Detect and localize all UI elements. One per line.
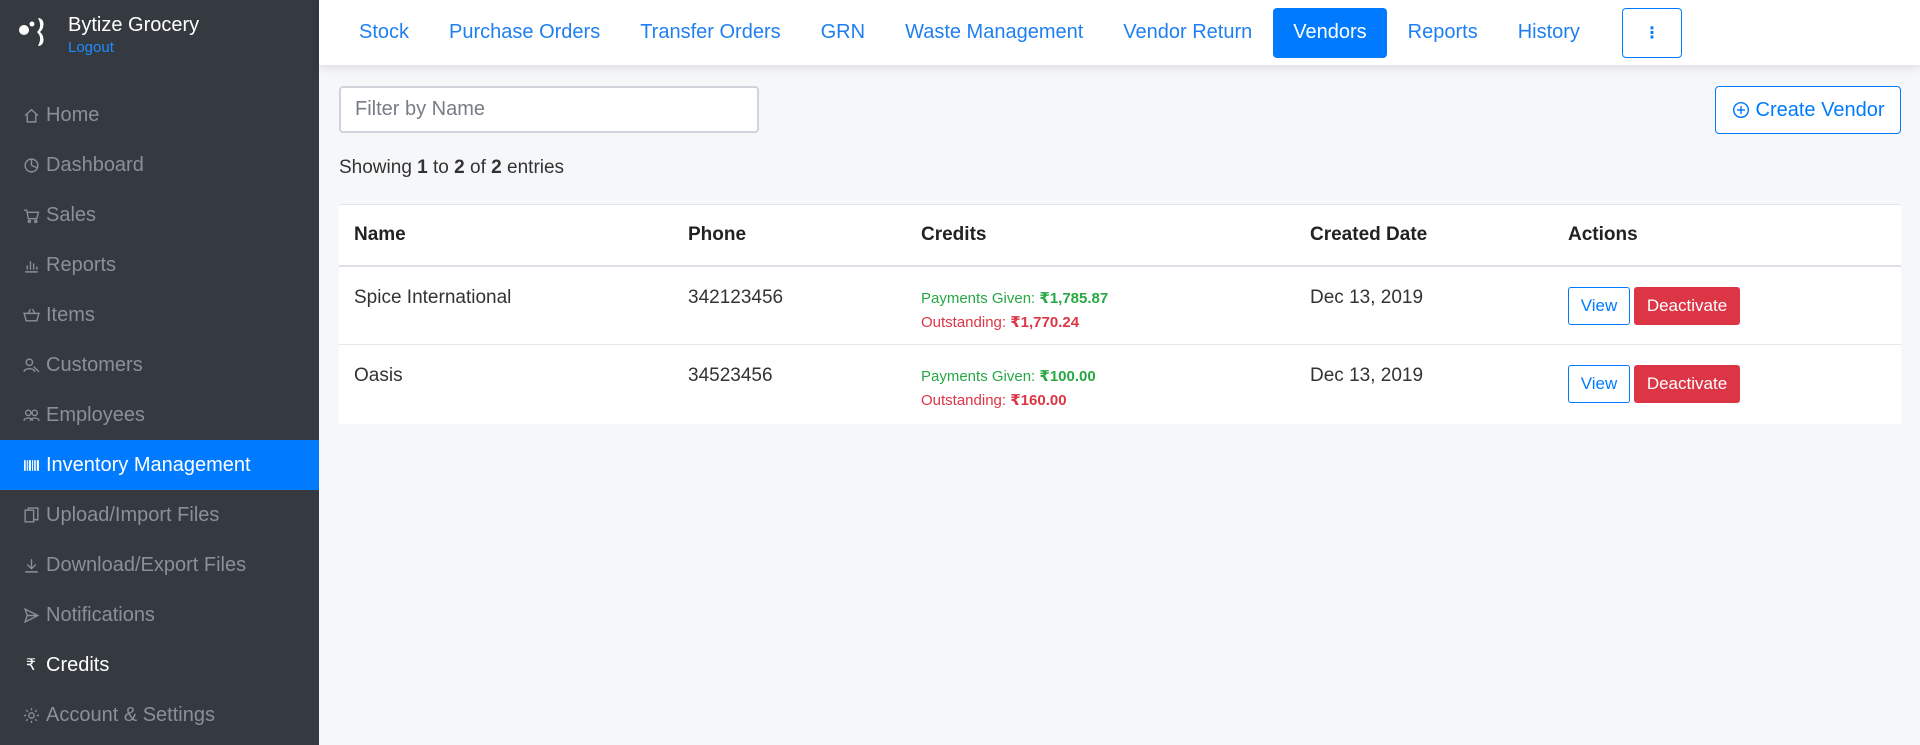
tab-transfer-orders[interactable]: Transfer Orders	[620, 8, 800, 58]
column-header-actions: Actions	[1553, 204, 1901, 267]
send-icon	[20, 604, 42, 626]
sidebar-item-label: Employees	[46, 403, 145, 426]
files-icon	[20, 504, 42, 526]
sidebar-item-download-export-files[interactable]: Download/Export Files	[0, 540, 319, 590]
sidebar-item-label: Sales	[46, 203, 97, 226]
tab-stock[interactable]: Stock	[339, 8, 429, 58]
sidebar-item-customers[interactable]: Customers	[0, 340, 319, 390]
barcode-icon	[20, 454, 42, 476]
vendor-actions: View Deactivate	[1553, 345, 1901, 424]
create-vendor-button[interactable]: Create Vendor	[1715, 86, 1901, 134]
sidebar-item-notifications[interactable]: Notifications	[0, 590, 319, 640]
sidebar-nav: Home Dashboard Sales Reports Items Custo…	[0, 90, 319, 740]
filter-by-name-input[interactable]	[339, 86, 759, 133]
tab-vendor-return[interactable]: Vendor Return	[1103, 8, 1272, 58]
vendor-name: Spice International	[339, 265, 673, 345]
column-header-credits: Credits	[906, 204, 1295, 267]
sidebar-item-items[interactable]: Items	[0, 290, 319, 340]
logout-link[interactable]: Logout	[68, 38, 199, 58]
create-vendor-label: Create Vendor	[1755, 98, 1885, 121]
payments-given: Payments Given: ₹100.00	[921, 368, 1096, 385]
brand-logo-icon	[19, 18, 44, 46]
sidebar-item-employees[interactable]: Employees	[0, 390, 319, 440]
table-row: Oasis 34523456 Payments Given: ₹100.00 O…	[339, 345, 1901, 424]
table-header-row: Name Phone Credits Created Date Actions	[339, 204, 1901, 267]
view-button[interactable]: View	[1568, 365, 1630, 403]
sidebar-item-label: Home	[46, 103, 100, 126]
rupee-icon: ₹	[25, 657, 37, 674]
vendor-actions: View Deactivate	[1553, 265, 1901, 345]
vendor-credits: Payments Given: ₹1,785.87 Outstanding: ₹…	[906, 265, 1295, 345]
entries-summary: Showing 1 to 2 of 2 entries	[339, 157, 565, 178]
tab-purchase-orders[interactable]: Purchase Orders	[429, 8, 620, 58]
gear-icon	[20, 704, 42, 726]
sidebar-item-reports[interactable]: Reports	[0, 240, 319, 290]
sidebar-item-account-settings[interactable]: Account & Settings	[0, 690, 319, 740]
tab-vendors[interactable]: Vendors	[1273, 7, 1387, 58]
tab-reports[interactable]: Reports	[1388, 8, 1498, 58]
sidebar-item-label: Inventory Management	[46, 453, 251, 476]
cart-icon	[20, 204, 42, 226]
dashboard-icon	[20, 154, 42, 176]
customers-icon	[20, 354, 42, 376]
plus-circle-icon	[1732, 101, 1749, 119]
outstanding: Outstanding: ₹1,770.24	[921, 313, 1080, 331]
payments-given: Payments Given: ₹1,785.87	[921, 289, 1109, 307]
vendor-created-date: Dec 13, 2019	[1310, 365, 1424, 386]
sidebar-item-label: Credits	[46, 653, 110, 676]
basket-icon	[20, 304, 42, 326]
employees-icon	[20, 404, 42, 426]
sidebar-item-label: Download/Export Files	[46, 553, 247, 576]
download-icon	[20, 554, 42, 576]
sidebar-item-credits[interactable]: ₹ Credits	[0, 640, 319, 690]
sidebar-item-label: Notifications	[46, 603, 155, 626]
more-options-button[interactable]: ⋮	[1621, 7, 1682, 58]
column-header-phone: Phone	[673, 204, 906, 267]
sidebar-item-home[interactable]: Home	[0, 90, 319, 140]
outstanding: Outstanding: ₹160.00	[921, 392, 1067, 409]
column-header-created-date: Created Date	[1295, 204, 1553, 267]
deactivate-button[interactable]: Deactivate	[1634, 286, 1740, 325]
deactivate-button[interactable]: Deactivate	[1634, 365, 1740, 403]
sidebar-item-label: Customers	[46, 353, 143, 376]
top-tab-bar: Stock Purchase Orders Transfer Orders GR…	[319, 0, 1920, 65]
tab-history[interactable]: History	[1498, 8, 1600, 58]
brand-name: Bytize Grocery	[68, 14, 200, 36]
vendors-table: Name Phone Credits Created Date Actions …	[339, 204, 1901, 424]
home-icon	[20, 104, 42, 126]
table-row: Spice International 342123456 Payments G…	[339, 265, 1901, 345]
vendor-credits: Payments Given: ₹100.00 Outstanding: ₹16…	[906, 345, 1295, 424]
sidebar-item-label: Account & Settings	[46, 703, 215, 726]
sidebar-item-label: Items	[46, 303, 95, 326]
sidebar-item-label: Dashboard	[46, 153, 144, 176]
vendor-phone: 342123456	[673, 265, 906, 345]
sidebar-item-upload-import-files[interactable]: Upload/Import Files	[0, 490, 319, 540]
sidebar-item-sales[interactable]: Sales	[0, 190, 319, 240]
sidebar-item-label: Reports	[46, 253, 117, 276]
column-header-name: Name	[339, 204, 673, 267]
sidebar: Bytize Grocery Logout Home Dashboard Sal…	[0, 0, 319, 745]
vendor-phone: 34523456	[688, 365, 773, 386]
brand: Bytize Grocery Logout	[0, 0, 319, 64]
view-button[interactable]: View	[1568, 286, 1630, 325]
tab-grn[interactable]: GRN	[801, 8, 885, 58]
vendor-created-date: Dec 13, 2019	[1295, 265, 1553, 345]
sidebar-item-inventory-management[interactable]: Inventory Management	[0, 440, 319, 490]
bar-chart-icon	[20, 254, 42, 276]
sidebar-item-label: Upload/Import Files	[46, 503, 220, 526]
vendor-name: Oasis	[354, 365, 403, 386]
tab-waste-management[interactable]: Waste Management	[885, 8, 1103, 58]
sidebar-item-dashboard[interactable]: Dashboard	[0, 140, 319, 190]
